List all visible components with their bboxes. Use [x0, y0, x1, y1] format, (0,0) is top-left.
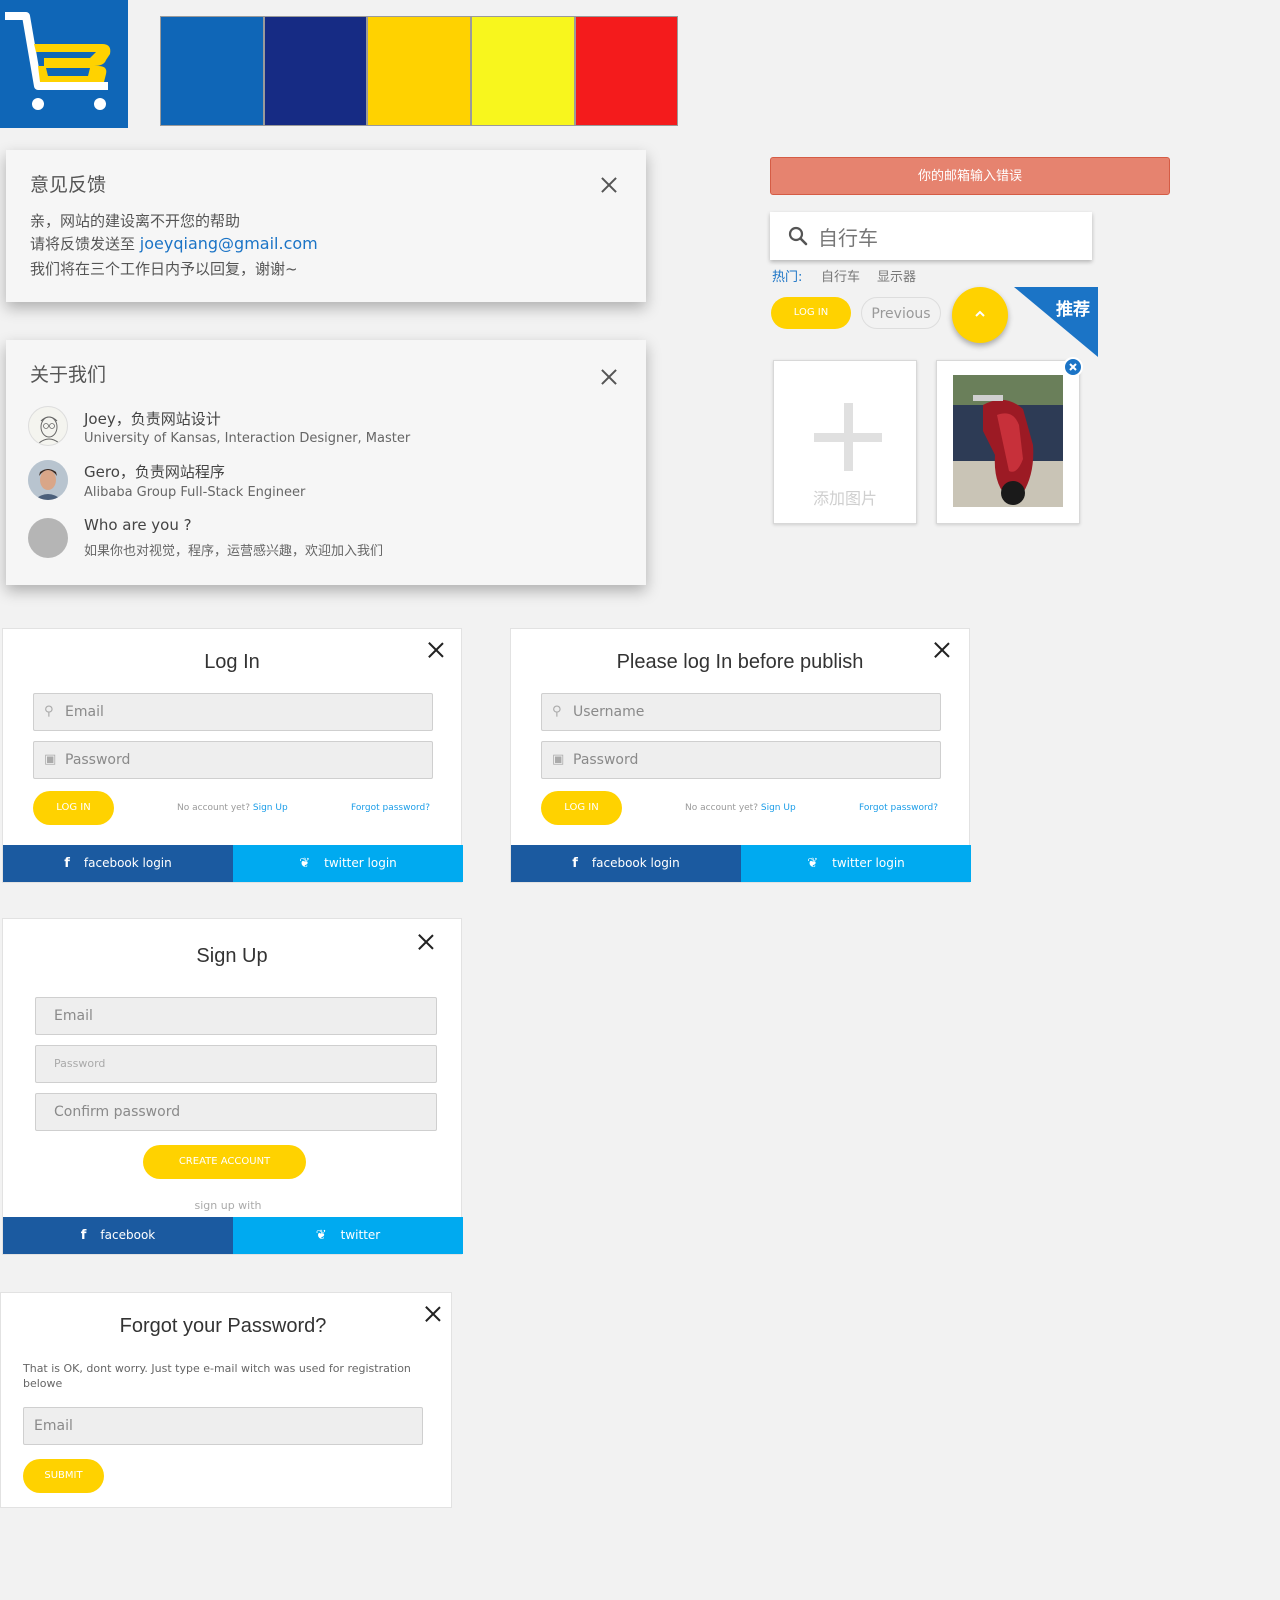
hot-label: 热门:	[772, 270, 803, 285]
member-name: Gero，负责网站程序	[84, 463, 225, 481]
close-icon[interactable]	[422, 1303, 444, 1325]
ribbon-label: 推荐	[1056, 300, 1090, 320]
feedback-text: 请将反馈发送至 joeyqiang@gmail.com	[30, 233, 318, 254]
plus-icon	[814, 403, 882, 471]
feedback-card: 意见反馈 亲，网站的建设离不开您的帮助 请将反馈发送至 joeyqiang@gm…	[6, 150, 646, 302]
scroll-top-button[interactable]	[952, 287, 1008, 343]
feedback-text: 我们将在三个工作日内予以回复，谢谢~	[30, 260, 298, 278]
password-field[interactable]: Password	[35, 1045, 437, 1083]
recommend-ribbon: 推荐	[1014, 287, 1098, 357]
login-panel: Log In ⚲ Email ▣ Password LOG IN No acco…	[2, 628, 463, 883]
color-swatch	[160, 16, 264, 126]
forgot-password-panel: Forgot your Password? That is OK, dont w…	[0, 1292, 452, 1508]
avatar	[28, 460, 68, 500]
close-icon[interactable]	[598, 174, 620, 196]
close-icon	[1069, 363, 1077, 371]
feedback-email-link[interactable]: joeyqiang@gmail.com	[140, 234, 318, 253]
twitter-login-button[interactable]: ❦ twitter login	[233, 845, 463, 882]
submit-button[interactable]: SUBMIT	[23, 1459, 104, 1493]
add-image-label: 添加图片	[812, 489, 877, 508]
create-account-button[interactable]: CREATE ACCOUNT	[143, 1145, 306, 1179]
lock-icon: ▣	[44, 752, 57, 767]
username-field[interactable]: ⚲ Username	[541, 693, 941, 731]
uploaded-image-card	[936, 357, 1083, 524]
member-description: University of Kansas, Interaction Design…	[84, 431, 411, 446]
search-box[interactable]: 自行车	[770, 212, 1092, 260]
twitter-icon: ❦	[315, 1228, 327, 1243]
site-logo	[0, 0, 128, 128]
search-input[interactable]: 自行车	[818, 222, 878, 251]
forgot-password-link[interactable]: Forgot password?	[351, 803, 430, 813]
error-message: 你的邮箱输入错误	[770, 157, 1170, 195]
facebook-login-button[interactable]: f facebook login	[511, 845, 741, 882]
facebook-icon: f	[80, 1228, 87, 1243]
color-swatch	[471, 16, 575, 126]
forgot-description: That is OK, dont worry. Just type e-mail…	[23, 1362, 411, 1390]
password-field[interactable]: ▣ Password	[541, 741, 941, 779]
panel-title: Please log In before publish	[616, 651, 864, 673]
sign-up-link[interactable]: Sign Up	[253, 803, 288, 813]
no-account-text: No account yet? Sign Up	[177, 803, 288, 813]
login-button[interactable]: LOG IN	[33, 791, 114, 825]
email-field[interactable]: Email	[35, 997, 437, 1035]
user-icon: ⚲	[552, 704, 562, 719]
panel-title: Log In	[204, 651, 260, 673]
forgot-password-link[interactable]: Forgot password?	[859, 803, 938, 813]
chevron-up-icon	[975, 310, 985, 317]
feedback-text: 亲，网站的建设离不开您的帮助	[30, 212, 241, 230]
twitter-signup-button[interactable]: ❦ twitter	[233, 1217, 463, 1254]
feedback-text-prefix: 请将反馈发送至	[30, 235, 136, 253]
about-card: 关于我们 Joey，负责网站设计 University of Kansas, I…	[6, 340, 646, 585]
color-swatch	[367, 16, 471, 126]
search-icon	[788, 226, 808, 246]
email-field[interactable]: ⚲ Email	[33, 693, 433, 731]
sign-up-link[interactable]: Sign Up	[761, 803, 796, 813]
twitter-login-button[interactable]: ❦ twitter login	[741, 845, 971, 882]
avatar-placeholder	[28, 518, 68, 558]
hot-tag[interactable]: 显示器	[877, 266, 916, 285]
color-swatch	[264, 16, 367, 126]
previous-button[interactable]: Previous	[861, 297, 941, 329]
sign-up-with-label: sign up with	[194, 1199, 262, 1212]
member-description: 如果你也对视觉，程序，运营感兴趣，欢迎加入我们	[84, 544, 384, 559]
login-button[interactable]: LOG IN	[541, 791, 622, 825]
add-image-button[interactable]: 添加图片	[773, 360, 917, 524]
email-field[interactable]: Email	[23, 1407, 423, 1445]
member-name: Who are you ?	[84, 516, 192, 534]
facebook-signup-button[interactable]: f facebook	[3, 1217, 233, 1254]
facebook-icon: f	[64, 856, 70, 871]
close-icon[interactable]	[425, 639, 447, 661]
member-description: Alibaba Group Full-Stack Engineer	[84, 485, 306, 500]
panel-title: Forgot your Password?	[119, 1315, 327, 1337]
twitter-icon: ❦	[299, 856, 311, 871]
facebook-login-button[interactable]: f facebook login	[3, 845, 233, 882]
publish-login-panel: Please log In before publish ⚲ Username …	[510, 628, 971, 883]
scooter-photo	[953, 375, 1063, 507]
about-title: 关于我们	[30, 364, 107, 386]
panel-title: Sign Up	[196, 945, 268, 967]
facebook-icon: f	[572, 856, 578, 871]
color-swatch	[575, 16, 678, 126]
member-name: Joey，负责网站设计	[84, 410, 221, 428]
close-icon[interactable]	[598, 366, 620, 388]
hot-tag[interactable]: 自行车	[821, 266, 860, 285]
confirm-password-field[interactable]: Confirm password	[35, 1093, 437, 1131]
signup-panel: Sign Up Email Password Confirm password …	[2, 918, 463, 1255]
remove-image-button[interactable]	[1063, 357, 1083, 377]
lock-icon: ▣	[552, 752, 565, 767]
user-icon: ⚲	[44, 704, 54, 719]
close-icon[interactable]	[415, 931, 437, 953]
password-field[interactable]: ▣ Password	[33, 741, 433, 779]
twitter-icon: ❦	[807, 856, 819, 871]
no-account-text: No account yet? Sign Up	[685, 803, 796, 813]
close-icon[interactable]	[931, 639, 953, 661]
login-button[interactable]: LOG IN	[771, 297, 851, 329]
feedback-title: 意见反馈	[30, 174, 107, 196]
avatar	[28, 406, 68, 446]
